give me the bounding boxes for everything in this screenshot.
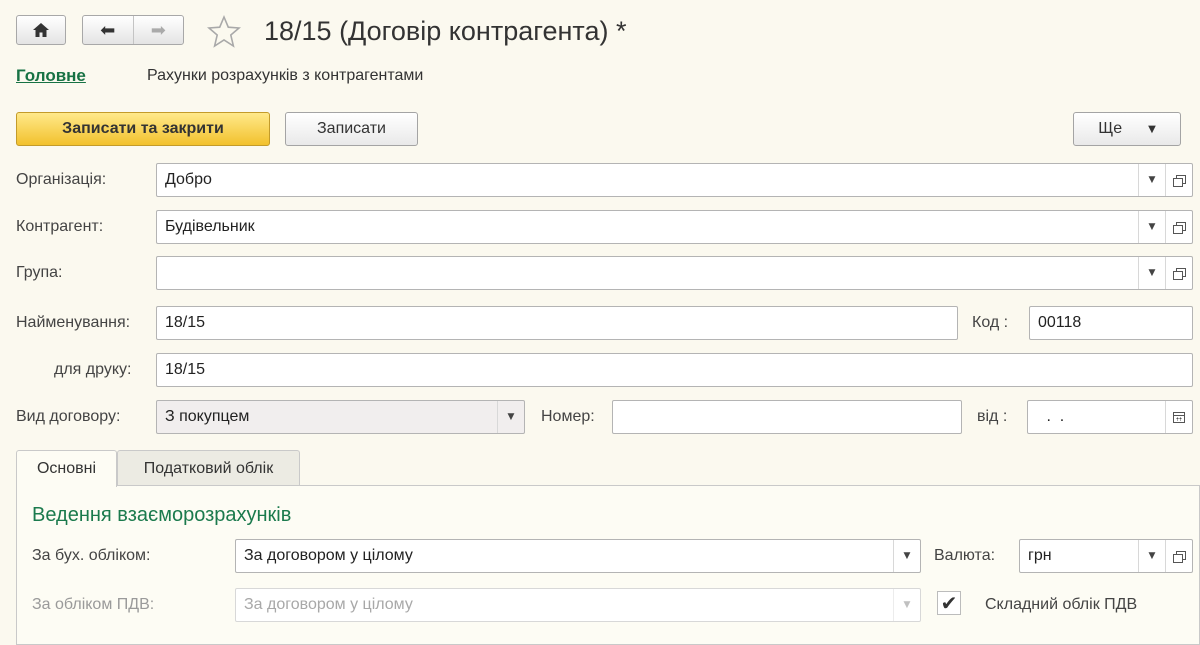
print-name-value: 18/15 — [165, 361, 206, 378]
currency-value: грн — [1028, 547, 1052, 564]
contract-type-value: З покупцем — [165, 408, 250, 425]
more-button[interactable]: Ще ▼ — [1073, 112, 1181, 146]
chevron-down-icon[interactable]: ▼ — [497, 401, 524, 433]
number-field[interactable] — [612, 400, 962, 434]
arrow-right-icon: ➡ — [150, 19, 166, 41]
name-field[interactable]: 18/15 — [156, 306, 958, 340]
tab-main[interactable]: Основні — [16, 450, 117, 487]
counterparty-label: Контрагент: — [16, 218, 104, 235]
tab-panel-main: Ведення взаєморозрахунків За бух. обліко… — [16, 485, 1200, 645]
group-field[interactable]: ▼ — [156, 256, 1193, 290]
vat-label: За обліком ПДВ: — [32, 596, 155, 613]
calendar-icon[interactable] — [1165, 401, 1192, 433]
window-title: 18/15 (Договір контрагента) * — [264, 16, 627, 46]
section-title: Ведення взаєморозрахунків — [32, 504, 292, 526]
more-label: Ще — [1098, 120, 1123, 137]
chevron-down-icon[interactable]: ▼ — [893, 589, 920, 621]
back-button[interactable]: ⬅ — [83, 16, 133, 44]
open-icon[interactable] — [1165, 164, 1192, 196]
history-nav: ⬅ ➡ — [82, 15, 184, 45]
vat-value: За договором у цілому — [244, 596, 413, 613]
contract-type-select[interactable]: З покупцем ▼ — [156, 400, 525, 434]
number-label: Номер: — [541, 408, 595, 425]
open-icon[interactable] — [1165, 540, 1192, 572]
main-link[interactable]: Головне — [16, 66, 86, 86]
open-icon[interactable] — [1165, 257, 1192, 289]
vat-select[interactable]: За договором у цілому ▼ — [235, 588, 921, 622]
chevron-down-icon: ▼ — [1148, 123, 1156, 135]
forward-button[interactable]: ➡ — [132, 16, 184, 44]
code-label: Код : — [972, 314, 1009, 331]
code-value: 00118 — [1038, 314, 1082, 331]
code-field[interactable]: 00118 — [1029, 306, 1193, 340]
currency-label: Валюта: — [934, 547, 996, 564]
save-and-close-button[interactable]: Записати та закрити — [16, 112, 270, 146]
print-name-label: для друку: — [54, 361, 132, 378]
print-name-field[interactable]: 18/15 — [156, 353, 1193, 387]
accounting-value: За договором у цілому — [244, 547, 413, 564]
accounting-select[interactable]: За договором у цілому ▼ — [235, 539, 921, 573]
currency-field[interactable]: грн ▼ — [1019, 539, 1193, 573]
chevron-down-icon[interactable]: ▼ — [1138, 257, 1165, 289]
name-value: 18/15 — [165, 314, 206, 331]
home-icon — [33, 23, 49, 37]
counterparty-field[interactable]: Будівельник ▼ — [156, 210, 1193, 244]
save-button[interactable]: Записати — [285, 112, 418, 146]
complex-vat-label: Складний облік ПДВ — [985, 596, 1138, 613]
date-field[interactable]: . . — [1027, 400, 1193, 434]
accounting-label: За бух. обліком: — [32, 547, 151, 564]
favorite-button[interactable] — [206, 14, 242, 50]
tab-tax-accounting[interactable]: Податковий облік — [117, 450, 300, 486]
name-label: Найменування: — [16, 314, 131, 331]
chevron-down-icon[interactable]: ▼ — [1138, 211, 1165, 243]
counterparty-value: Будівельник — [165, 218, 255, 235]
contract-type-label: Вид договору: — [16, 408, 121, 425]
arrow-left-icon: ⬅ — [100, 19, 116, 41]
home-button[interactable] — [16, 15, 66, 45]
open-icon[interactable] — [1165, 211, 1192, 243]
organization-label: Організація: — [16, 171, 107, 188]
complex-vat-checkbox[interactable]: ✔ — [937, 591, 961, 615]
date-label: від : — [977, 408, 1008, 425]
group-label: Група: — [16, 264, 63, 281]
accounts-link[interactable]: Рахунки розрахунків з контрагентами — [147, 67, 423, 85]
checkmark-icon: ✔ — [940, 591, 958, 615]
chevron-down-icon[interactable]: ▼ — [1138, 164, 1165, 196]
organization-field[interactable]: Добро ▼ — [156, 163, 1193, 197]
chevron-down-icon[interactable]: ▼ — [893, 540, 920, 572]
star-icon — [207, 14, 241, 48]
date-value: . . — [1042, 408, 1065, 425]
organization-value: Добро — [165, 171, 212, 188]
chevron-down-icon[interactable]: ▼ — [1138, 540, 1165, 572]
